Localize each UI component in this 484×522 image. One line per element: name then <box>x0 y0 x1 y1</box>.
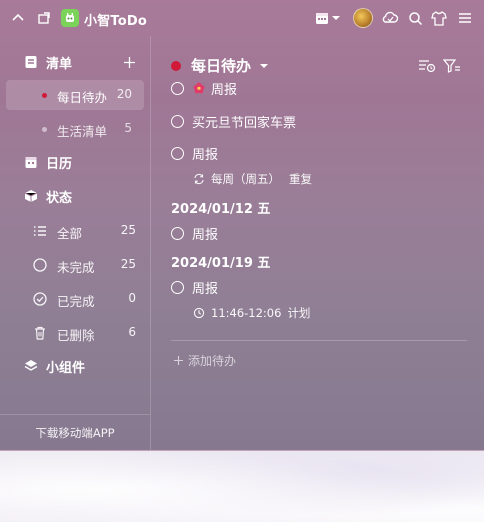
task-title: 周报 <box>192 227 219 243</box>
repeat-text: 每周（周五） <box>211 172 280 186</box>
trash-icon <box>35 326 45 340</box>
status-item-label: 已完成 <box>57 294 95 309</box>
task-item[interactable]: 周报 <box>171 143 218 163</box>
date-group-header: 2024/01/12 五 <box>171 202 271 217</box>
sidebar-item-life[interactable]: 生活清单 5 <box>6 114 144 144</box>
app-title: 小智ToDo <box>84 14 147 29</box>
list-color-dot <box>171 60 181 71</box>
task-checkbox[interactable] <box>171 146 184 160</box>
list-title[interactable]: 每日待办 <box>171 55 269 76</box>
status-item-count: 25 <box>120 257 136 271</box>
status-item-count: 25 <box>120 223 136 237</box>
date-group-header: 2024/01/19 五 <box>171 256 271 271</box>
sidebar-item-label: 每日待办 <box>57 90 108 105</box>
layers-icon <box>24 360 38 371</box>
status-header: 状态 <box>24 186 72 206</box>
status-item-completed[interactable]: 已完成 0 <box>32 288 144 310</box>
task-time: 11:46-12:06 <box>211 306 282 320</box>
add-todo-button[interactable]: 添加待办 <box>173 352 236 369</box>
sidebar-item-calendar[interactable]: 日历 <box>24 152 72 172</box>
title-bar: 小智ToDo <box>0 0 484 36</box>
task-repeat-info: 每周（周五） 重复 <box>193 171 312 187</box>
desktop-background <box>0 442 484 522</box>
filter-icon[interactable] <box>442 56 462 76</box>
cloud-sync-icon[interactable] <box>380 8 400 28</box>
chevron-down-icon <box>260 63 269 68</box>
chevron-down-icon[interactable] <box>330 8 342 28</box>
list-color-dot <box>42 93 47 98</box>
flower-icon <box>193 82 205 94</box>
status-item-count: 0 <box>128 291 136 305</box>
task-item[interactable]: 周报 <box>171 223 218 243</box>
lists-header-label: 清单 <box>46 56 73 72</box>
repeat-label: 重复 <box>289 172 312 186</box>
download-app-link[interactable]: 下载移动端APP <box>0 425 150 441</box>
avatar[interactable] <box>353 8 373 28</box>
plus-icon <box>174 356 183 365</box>
pin-window-icon[interactable] <box>34 8 54 28</box>
sidebar-item-count: 5 <box>124 121 132 135</box>
task-checkbox[interactable] <box>171 114 184 128</box>
menu-icon[interactable] <box>455 8 475 28</box>
sidebar-item-daily[interactable]: 每日待办 20 <box>6 80 144 110</box>
app-window: 小智ToDo 清单 每日待办 20 生活清单 5 日历 状态 全部 25 未完成… <box>0 0 484 451</box>
task-checkbox[interactable] <box>171 280 184 294</box>
task-divider <box>171 340 467 341</box>
list-icon <box>25 56 37 68</box>
task-title: 周报 <box>192 281 219 297</box>
lists-header: 清单 <box>24 52 72 72</box>
status-item-count: 6 <box>128 325 136 339</box>
sidebar: 清单 每日待办 20 生活清单 5 日历 状态 全部 25 未完成 25 已完成… <box>0 36 151 450</box>
task-time-label: 计划 <box>287 306 311 320</box>
task-checkbox[interactable] <box>171 81 184 95</box>
sidebar-item-count: 20 <box>116 87 132 101</box>
task-title: 买元旦节回家车票 <box>192 115 297 131</box>
list-color-dot <box>42 127 47 132</box>
sidebar-item-label: 生活清单 <box>57 124 108 139</box>
status-item-all[interactable]: 全部 25 <box>32 220 144 242</box>
cube-icon <box>24 190 38 202</box>
task-item[interactable]: 买元旦节回家车票 <box>171 111 296 131</box>
widgets-label: 小组件 <box>46 360 86 376</box>
task-title: 周报 <box>192 147 219 163</box>
task-item[interactable]: 周报 <box>171 277 218 297</box>
task-panel: 每日待办 周报 买元旦节回家车票 周报 每周（周五） 重复 2024/01/12… <box>151 36 484 450</box>
collapse-icon[interactable] <box>8 8 28 28</box>
add-list-icon[interactable] <box>119 52 139 72</box>
status-item-label: 未完成 <box>57 260 95 275</box>
task-time-info: 11:46-12:06 计划 <box>193 305 310 321</box>
repeat-icon <box>194 173 204 185</box>
search-icon[interactable] <box>405 8 425 28</box>
task-checkbox[interactable] <box>171 226 184 240</box>
add-todo-label: 添加待办 <box>188 354 237 368</box>
task-title: 周报 <box>211 82 238 98</box>
sidebar-item-widgets[interactable]: 小组件 <box>24 356 85 376</box>
list-title-label: 每日待办 <box>191 57 252 75</box>
calendar-view-icon[interactable] <box>312 8 332 28</box>
status-item-deleted[interactable]: 已删除 6 <box>32 322 144 344</box>
calendar-icon <box>25 157 37 168</box>
empty-circle-icon <box>33 258 47 272</box>
theme-shirt-icon[interactable] <box>429 8 449 28</box>
status-item-label: 全部 <box>57 226 83 241</box>
status-item-incomplete[interactable]: 未完成 25 <box>32 254 144 276</box>
list-bullets-icon <box>34 226 46 236</box>
status-header-label: 状态 <box>46 190 73 206</box>
clock-icon <box>193 307 205 319</box>
app-logo-icon <box>61 9 79 27</box>
check-circle-icon <box>33 292 47 306</box>
sidebar-divider <box>0 414 150 415</box>
sort-icon[interactable] <box>417 56 437 76</box>
task-item[interactable]: 周报 <box>171 78 237 98</box>
status-item-label: 已删除 <box>57 328 95 343</box>
calendar-label: 日历 <box>46 156 73 172</box>
